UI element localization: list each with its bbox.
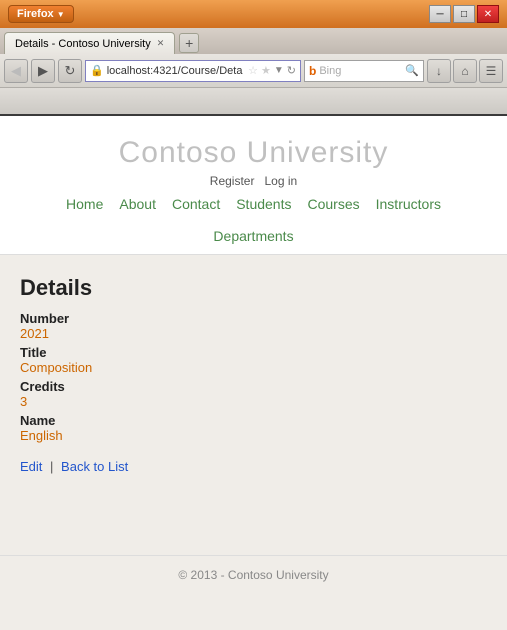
page-header: Contoso University Register Log in Home … (0, 116, 507, 255)
credits-value: 3 (20, 394, 487, 409)
home-button[interactable]: ⌂ (453, 59, 477, 83)
tab-close-icon[interactable]: ✕ (157, 38, 165, 49)
nav-home[interactable]: Home (66, 196, 103, 212)
browser-toolbar (0, 88, 507, 116)
refresh-small-icon: ↻ (287, 64, 296, 77)
window-controls: ─ □ ✕ (429, 5, 499, 23)
search-bar[interactable]: b Bing 🔍 (304, 60, 424, 82)
address-icon: 🔒 (90, 64, 104, 77)
close-button[interactable]: ✕ (477, 5, 499, 23)
firefox-menu-button[interactable]: Firefox (8, 5, 74, 23)
title-value: Composition (20, 360, 487, 375)
details-heading: Details (20, 275, 487, 301)
link-separator: | (50, 459, 53, 474)
restore-button[interactable]: □ (453, 5, 475, 23)
nav-bar: ◀ ▶ ↻ 🔒 localhost:4321/Course/Deta ☆ ★ ▼… (0, 54, 507, 88)
minimize-button[interactable]: ─ (429, 5, 451, 23)
back-button[interactable]: ◀ (4, 59, 28, 83)
nav-contact[interactable]: Contact (172, 196, 220, 212)
title-label: Title (20, 345, 487, 360)
search-icon[interactable]: 🔍 (405, 64, 419, 77)
refresh-button[interactable]: ↻ (58, 59, 82, 83)
main-content: Details Number 2021 Title Composition Cr… (0, 255, 507, 555)
download-button[interactable]: ↓ (427, 59, 451, 83)
nav-about[interactable]: About (119, 196, 156, 212)
nav-departments[interactable]: Departments (213, 228, 293, 244)
address-url: localhost:4321/Course/Deta (107, 65, 248, 77)
action-links: Edit | Back to List (20, 459, 487, 474)
number-value: 2021 (20, 326, 487, 341)
menu-button[interactable]: ☰ (479, 59, 503, 83)
dropdown-icon: ▼ (274, 65, 284, 76)
search-placeholder: Bing (319, 65, 402, 77)
nav-students[interactable]: Students (236, 196, 291, 212)
footer-copyright: © 2013 - Contoso University (178, 568, 328, 582)
tab-bar: Details - Contoso University ✕ + (0, 28, 507, 54)
name-label: Name (20, 413, 487, 428)
nav-instructors[interactable]: Instructors (376, 196, 441, 212)
number-label: Number (20, 311, 487, 326)
site-title: Contoso University (10, 136, 497, 170)
page-footer: © 2013 - Contoso University (0, 555, 507, 594)
address-stars: ☆ ★ (248, 64, 271, 77)
nav-courses[interactable]: Courses (307, 196, 359, 212)
extra-nav: ↓ ⌂ ☰ (427, 59, 503, 83)
active-tab[interactable]: Details - Contoso University ✕ (4, 32, 175, 54)
tab-label: Details - Contoso University (15, 38, 151, 50)
auth-links: Register Log in (10, 174, 497, 188)
credits-label: Credits (20, 379, 487, 394)
forward-button[interactable]: ▶ (31, 59, 55, 83)
browser-window: Firefox ─ □ ✕ Details - Contoso Universi… (0, 0, 507, 630)
name-value: English (20, 428, 487, 443)
address-bar[interactable]: 🔒 localhost:4321/Course/Deta ☆ ★ ▼ ↻ (85, 60, 301, 82)
back-to-list-link[interactable]: Back to List (61, 459, 128, 474)
login-link[interactable]: Log in (265, 174, 298, 188)
nav-menu: Home About Contact Students Courses Inst… (10, 196, 497, 244)
page-content: Contoso University Register Log in Home … (0, 116, 507, 630)
new-tab-button[interactable]: + (179, 33, 199, 53)
edit-link[interactable]: Edit (20, 459, 42, 474)
register-link[interactable]: Register (210, 174, 255, 188)
bing-logo: b (309, 64, 316, 78)
firefox-label: Firefox (17, 8, 54, 20)
title-bar: Firefox ─ □ ✕ (0, 0, 507, 28)
